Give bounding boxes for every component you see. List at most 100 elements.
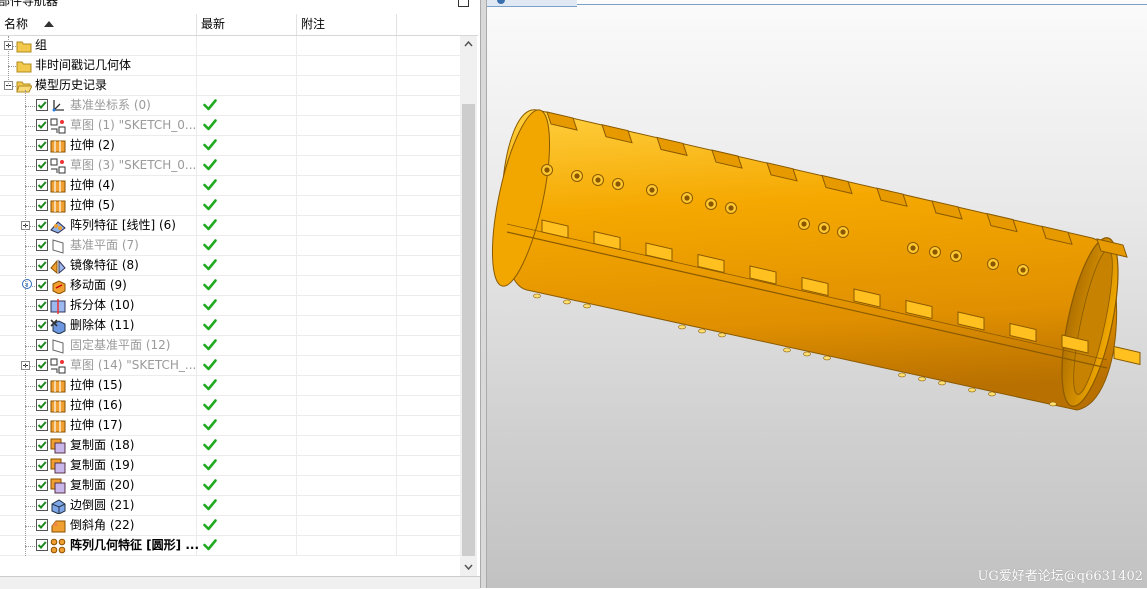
column-divider [296, 236, 297, 256]
scrollbar-thumb[interactable] [462, 104, 475, 556]
visibility-checkbox[interactable] [36, 299, 48, 311]
visibility-checkbox[interactable] [36, 239, 48, 251]
visibility-checkbox[interactable] [36, 399, 48, 411]
up-to-date-check-icon [203, 219, 217, 231]
column-divider [196, 296, 197, 316]
column-header-comment[interactable]: 附注 [297, 14, 397, 35]
tree-row[interactable]: 移动面 (9) [0, 276, 460, 296]
close-icon[interactable] [458, 0, 469, 7]
tree-row[interactable]: 草图 (3) "SKETCH_0... [0, 156, 460, 176]
visibility-checkbox[interactable] [36, 279, 48, 291]
tree-row[interactable]: 镜像特征 (8) [0, 256, 460, 276]
tree-row[interactable]: 非时间戳记几何体 [0, 56, 460, 76]
up-to-date-check-icon [203, 199, 217, 211]
tree-row[interactable]: 组 [0, 36, 460, 56]
column-header-latest[interactable]: 最新 [197, 14, 297, 35]
visibility-checkbox[interactable] [36, 479, 48, 491]
vertical-scrollbar[interactable] [460, 36, 477, 576]
visibility-checkbox[interactable] [36, 259, 48, 271]
tree-row[interactable]: 模型历史记录 [0, 76, 460, 96]
delete-body-icon [50, 319, 66, 334]
scroll-down-icon[interactable] [464, 562, 473, 571]
tree-row[interactable]: 草图 (14) "SKETCH_... [0, 356, 460, 376]
up-to-date-check-icon [203, 139, 217, 151]
visibility-checkbox[interactable] [36, 519, 48, 531]
tree-connector [25, 186, 35, 187]
column-divider [296, 256, 297, 276]
tree-connector [25, 486, 35, 487]
tree-row[interactable]: 阵列特征 [线性] (6) [0, 216, 460, 236]
column-divider [396, 136, 397, 156]
feature-label: 拉伸 (4) [70, 178, 115, 192]
tree-row[interactable]: 边倒圆 (21) [0, 496, 460, 516]
up-to-date-check-icon [203, 159, 217, 171]
hole-center [953, 253, 959, 259]
horizontal-scrollbar[interactable] [0, 576, 480, 589]
tree-row[interactable]: 拉伸 (15) [0, 376, 460, 396]
tree-row[interactable]: 复制面 (19) [0, 456, 460, 476]
visibility-checkbox[interactable] [36, 379, 48, 391]
graphics-window[interactable]: UG爱好者论坛@q6631402 [487, 0, 1147, 588]
column-header-name[interactable]: 名称 [0, 14, 197, 35]
visibility-checkbox[interactable] [36, 119, 48, 131]
tree-connector [25, 206, 35, 207]
panel-splitter[interactable] [480, 0, 487, 588]
visibility-checkbox[interactable] [36, 439, 48, 451]
column-divider [196, 216, 197, 236]
scroll-up-icon[interactable] [464, 40, 473, 49]
up-to-date-check-icon [203, 399, 217, 411]
visibility-checkbox[interactable] [36, 419, 48, 431]
column-divider [196, 96, 197, 116]
visibility-checkbox[interactable] [36, 159, 48, 171]
cylinder-part-model[interactable] [487, 0, 1147, 588]
column-divider [196, 476, 197, 496]
tree-row[interactable]: 拆分体 (10) [0, 296, 460, 316]
tree-row[interactable]: 基准平面 (7) [0, 236, 460, 256]
tree-row[interactable]: 倒斜角 (22) [0, 516, 460, 536]
info-icon[interactable] [22, 279, 32, 289]
tree-row[interactable]: 拉伸 (16) [0, 396, 460, 416]
hole-center [840, 229, 846, 235]
tree-row[interactable]: 拉伸 (2) [0, 136, 460, 156]
visibility-checkbox[interactable] [36, 339, 48, 351]
tree-row[interactable]: 固定基准平面 (12) [0, 336, 460, 356]
visibility-checkbox[interactable] [36, 219, 48, 231]
feature-label: 拉伸 (5) [70, 198, 115, 212]
column-divider [396, 496, 397, 516]
visibility-checkbox[interactable] [36, 179, 48, 191]
visibility-checkbox[interactable] [36, 499, 48, 511]
tree-row[interactable]: 基准坐标系 (0) [0, 96, 460, 116]
column-divider [396, 256, 397, 276]
feature-label: 组 [35, 38, 48, 52]
tree-row[interactable]: 草图 (1) "SKETCH_0... [0, 116, 460, 136]
visibility-checkbox[interactable] [36, 319, 48, 331]
visibility-checkbox[interactable] [36, 99, 48, 111]
column-divider [296, 196, 297, 216]
visibility-checkbox[interactable] [36, 459, 48, 471]
tree-row[interactable]: 拉伸 (5) [0, 196, 460, 216]
visibility-checkbox[interactable] [36, 199, 48, 211]
visibility-checkbox[interactable] [36, 359, 48, 371]
move-face-icon [52, 280, 66, 294]
tree-row[interactable]: 阵列几何特征 [圆形] ... [0, 536, 460, 556]
tree-connector [25, 306, 35, 307]
column-divider [196, 136, 197, 156]
tree-connector [25, 166, 35, 167]
hole-center [649, 187, 655, 193]
column-divider [196, 436, 197, 456]
watermark-text: UG爱好者论坛@q6631402 [977, 569, 1143, 584]
tree-row[interactable]: 拉伸 (4) [0, 176, 460, 196]
tree-row[interactable]: 复制面 (18) [0, 436, 460, 456]
pattern-geometry-icon [50, 538, 66, 554]
column-divider [396, 416, 397, 436]
up-to-date-check-icon [203, 279, 217, 291]
column-name-label: 名称 [4, 17, 29, 31]
tree-row[interactable]: 删除体 (11) [0, 316, 460, 336]
tree-row[interactable]: 复制面 (20) [0, 476, 460, 496]
column-divider [396, 356, 397, 376]
tree-row[interactable]: 拉伸 (17) [0, 416, 460, 436]
visibility-checkbox[interactable] [36, 539, 48, 551]
visibility-checkbox[interactable] [36, 139, 48, 151]
sketch-icon [50, 358, 66, 374]
column-divider [196, 336, 197, 356]
